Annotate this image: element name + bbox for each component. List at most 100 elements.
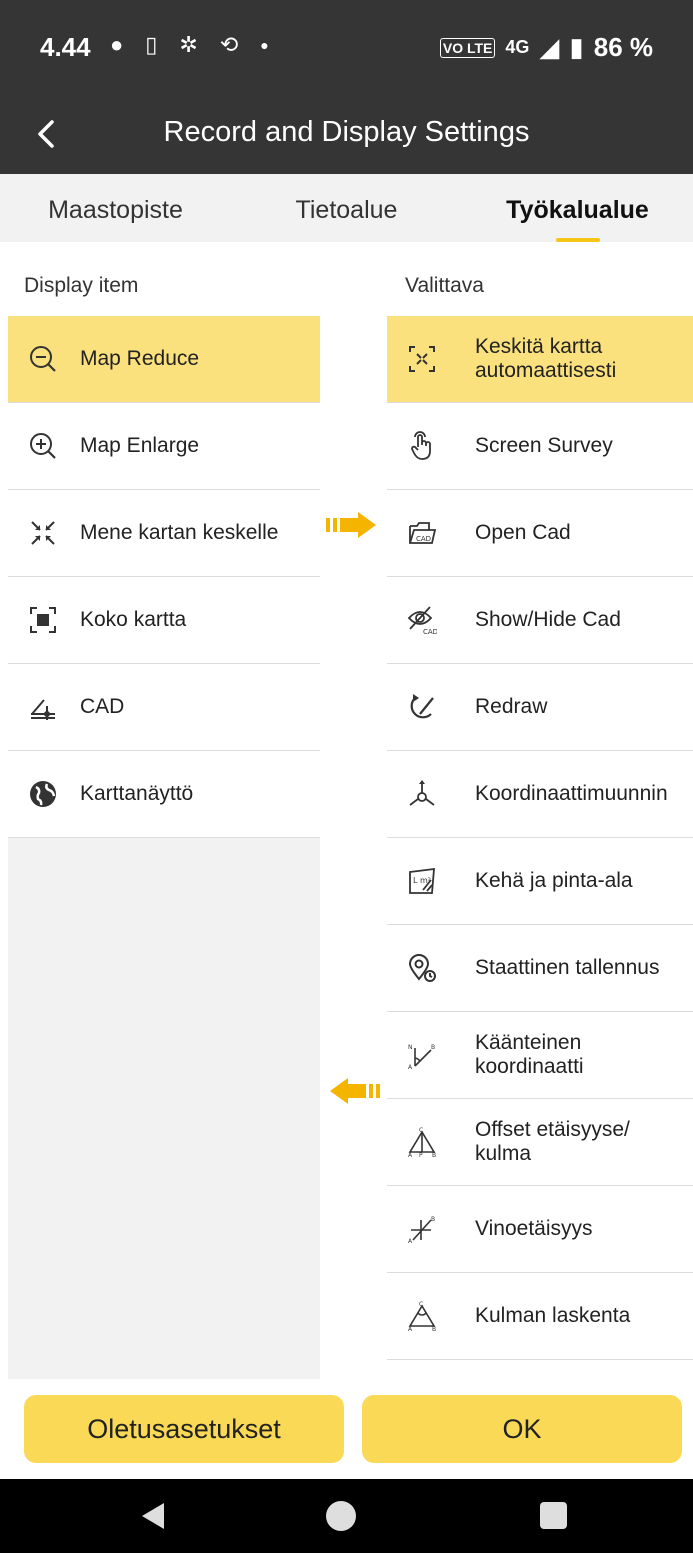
list-item-label: Mene kartan keskelle [80,520,279,544]
list-item-screen-survey[interactable]: Screen Survey [387,403,693,490]
svg-text:C: C [419,1127,423,1134]
slope-distance-icon: BA [405,1212,439,1246]
list-item-open-cad[interactable]: CAD Open Cad [387,490,693,577]
area-icon: L m² [405,864,439,898]
svg-text:B: B [432,1326,436,1331]
list-item-slope-distance[interactable]: BA Vinoetäisyys [387,1186,693,1273]
svg-text:B: B [431,1216,435,1223]
list-item-perimeter-area[interactable]: L m² Kehä ja pinta-ala [387,838,693,925]
svg-text:B: B [432,1152,436,1157]
list-item-auto-center[interactable]: Keskitä kartta automaattisesti [387,316,693,403]
center-arrows-icon [26,516,60,550]
battery-percent: 86 % [593,32,653,62]
list-item-inverse-coordinate[interactable]: N B A Käänteinen koordinaatti [387,1012,693,1099]
list-item-label: Map Enlarge [80,433,200,457]
system-nav-bar [0,1479,693,1553]
ok-button[interactable]: OK [362,1395,682,1463]
list-item-full-map[interactable]: Koko kartta [8,577,320,664]
list-item-label: Koko kartta [80,607,187,631]
move-right-arrow-icon[interactable] [326,510,380,540]
nav-home-icon[interactable] [326,1501,356,1531]
list-item-offset[interactable]: CAPB Offset etäisyyse/ kulma [387,1099,693,1186]
tab-maastopiste[interactable]: Maastopiste [0,174,231,242]
auto-center-icon [405,342,439,376]
dot-icon: ● [260,37,269,53]
list-item-angle-calc[interactable]: CAB Kulman laskenta [387,1273,693,1360]
bottom-button-bar: Oletusasetukset OK [0,1379,693,1479]
tab-bar: Maastopiste Tietoalue Työkalualue [0,174,693,242]
svg-text:CAD: CAD [423,628,437,635]
angle-calc-icon: CAB [405,1299,439,1333]
default-settings-button[interactable]: Oletusasetukset [24,1395,344,1463]
svg-text:N: N [408,1044,413,1051]
list-item-label: Kehä ja pinta-ala [475,868,633,892]
list-item-label: Vinoetäisyys [475,1216,593,1240]
svg-text:P: P [419,1152,423,1157]
battery-icon: ▮ [569,32,584,62]
svg-text:L m²: L m² [413,876,431,885]
list-item-redraw[interactable]: Redraw [387,664,693,751]
nav-recents-icon[interactable] [540,1502,567,1529]
list-item-partial [387,1360,693,1379]
call-forward-icon: ⟲ [219,32,239,57]
list-item-map-display[interactable]: Karttanäyttö [8,751,320,838]
page-title: Record and Display Settings [163,116,530,148]
chat-bubble-icon: ● [110,32,124,57]
sim-icon: ▯ [145,32,158,57]
list-item-map-enlarge[interactable]: Map Enlarge [8,403,320,490]
svg-text:A: A [408,1064,413,1070]
status-bar: 4.44 ● ▯ ✲ ⟲ ● VO LTE 4G ◢ ▮ 86 % [0,0,693,96]
list-item-label: Koordinaattimuunnin [475,781,668,805]
list-item-label: Karttanäyttö [80,781,194,805]
hand-pointer-icon [405,429,439,463]
list-item-label: Redraw [475,694,548,718]
svg-text:CAD: CAD [416,535,431,543]
svg-text:C: C [419,1301,423,1308]
selectable-header: Valittava [405,274,484,297]
tab-tyokalualue[interactable]: Työkalualue [462,174,693,242]
display-item-list[interactable]: Map Reduce Map Enlarge Mene kartan keske… [8,316,320,1379]
full-map-icon [26,603,60,637]
list-item-coordinate-transform[interactable]: Koordinaattimuunnin [387,751,693,838]
selectable-list[interactable]: Keskitä kartta automaattisesti Screen Su… [387,316,693,1379]
list-item-center-map[interactable]: Mene kartan keskelle [8,490,320,577]
svg-text:A: A [408,1238,413,1244]
list-item-label: Map Reduce [80,346,200,370]
list-item-label: Keskitä kartta automaattisesti [475,334,617,382]
list-item-label: Open Cad [475,520,571,544]
tab-tietoalue[interactable]: Tietoalue [231,174,462,242]
volte-icon: VO LTE [439,37,496,58]
zoom-out-icon [26,342,60,376]
list-item-label: Offset etäisyyse/ kulma [475,1117,630,1165]
list-item-static-recording[interactable]: Staattinen tallennus [387,925,693,1012]
list-item-map-reduce[interactable]: Map Reduce [8,316,320,403]
inverse-coordinate-icon: N B A [405,1038,439,1072]
list-item-show-hide-cad[interactable]: CAD Show/Hide Cad [387,577,693,664]
list-item-label: Staattinen tallennus [475,955,660,979]
svg-text:B: B [431,1044,435,1051]
nav-back-icon[interactable] [140,1501,166,1531]
redraw-icon [405,690,439,724]
list-item-cad[interactable]: CAD [8,664,320,751]
list-item-label: Kulman laskenta [475,1303,631,1327]
gear-icon: ✲ [179,32,198,57]
globe-icon [26,777,60,811]
status-notification-icons: ● ▯ ✲ ⟲ ● [110,32,269,58]
network-type: 4G [505,37,530,57]
signal-icon: ◢ [539,32,560,62]
status-system-icons: VO LTE 4G ◢ ▮ 86 % [439,32,653,63]
move-left-arrow-icon[interactable] [326,1076,380,1106]
zoom-in-icon [26,429,60,463]
list-item-label: Show/Hide Cad [475,607,621,631]
list-item-label: Käänteinen koordinaatti [475,1030,584,1078]
folder-cad-icon: CAD [405,516,439,550]
static-location-icon [405,951,439,985]
status-time: 4.44 [40,32,91,62]
display-item-header: Display item [24,274,139,297]
app-bar: Record and Display Settings [0,96,693,174]
coordinate-transform-icon [405,777,439,811]
list-item-label: Screen Survey [475,433,613,457]
cad-draw-icon [26,690,60,724]
offset-triangle-icon: CAPB [405,1125,439,1159]
settings-content: Display item Valittava Map Reduce Map En… [0,242,693,1379]
